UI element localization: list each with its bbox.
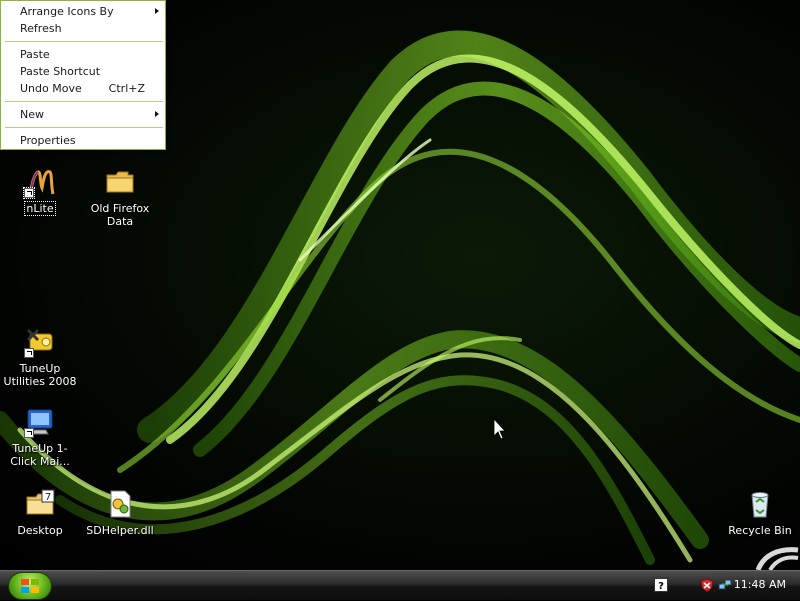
menu-item-paste-shortcut[interactable]: Paste Shortcut bbox=[2, 63, 164, 80]
menu-item-label: Arrange Icons By bbox=[20, 5, 114, 18]
desktop-icon-sdhelper-dll[interactable]: SDHelper.dll bbox=[82, 488, 158, 540]
desktop-icon-label: Desktop bbox=[17, 524, 63, 537]
desktop-icon-old-firefox-data[interactable]: Old Firefox Data bbox=[82, 166, 158, 228]
desktop-icon-label: nLite bbox=[24, 201, 56, 216]
menu-item-label: Paste bbox=[20, 48, 50, 61]
desktop-icon-label: TuneUp Utilities 2008 bbox=[3, 362, 77, 388]
menu-item-new[interactable]: New bbox=[2, 106, 164, 123]
svg-text:?: ? bbox=[658, 581, 664, 592]
wallpaper-logo bbox=[755, 547, 799, 570]
desktop-icon-label: TuneUp 1-Click Mai... bbox=[10, 442, 70, 468]
desktop-icon-tuneup-utilities[interactable]: TuneUp Utilities 2008 bbox=[2, 326, 78, 388]
menu-item-paste[interactable]: Paste bbox=[2, 46, 164, 63]
menu-item-shortcut: Ctrl+Z bbox=[108, 82, 145, 95]
svg-text:7: 7 bbox=[45, 492, 51, 503]
menu-item-label: Properties bbox=[20, 134, 76, 147]
menu-item-arrange-icons-by[interactable]: Arrange Icons By bbox=[2, 3, 164, 20]
menu-separator bbox=[5, 127, 163, 128]
taskbar: ? 11:48 AM bbox=[0, 570, 800, 600]
recycle-bin-icon bbox=[751, 492, 769, 518]
shortcut-arrow-icon bbox=[23, 187, 35, 199]
start-button[interactable] bbox=[8, 572, 52, 600]
menu-item-label: New bbox=[20, 108, 44, 121]
menu-item-undo-move[interactable]: Undo Move Ctrl+Z bbox=[2, 80, 164, 97]
menu-item-refresh[interactable]: Refresh bbox=[2, 20, 164, 37]
desktop-context-menu: Arrange Icons By Refresh Paste Paste Sho… bbox=[0, 0, 166, 150]
desktop-icon-tuneup-1click[interactable]: TuneUp 1-Click Mai... bbox=[2, 406, 78, 468]
security-shield-icon[interactable] bbox=[700, 578, 714, 592]
submenu-arrow-icon bbox=[155, 8, 159, 14]
folder-icon: 7 bbox=[26, 489, 55, 515]
menu-item-label: Refresh bbox=[20, 22, 62, 35]
desktop-icon-nlite[interactable]: nLite bbox=[2, 166, 78, 218]
desktop-icon-label: SDHelper.dll bbox=[86, 524, 154, 537]
shortcut-arrow-icon bbox=[24, 348, 34, 358]
menu-separator bbox=[5, 101, 163, 102]
dll-icon bbox=[110, 490, 131, 518]
desktop-icon-recycle-bin[interactable]: Recycle Bin bbox=[722, 488, 798, 540]
menu-item-label: Paste Shortcut bbox=[20, 65, 101, 78]
desktop-icon-desktop[interactable]: 7 Desktop bbox=[2, 488, 78, 540]
shortcut-arrow-icon bbox=[24, 428, 34, 438]
submenu-arrow-icon bbox=[155, 111, 159, 117]
menu-item-label: Undo Move bbox=[20, 82, 82, 95]
network-icon[interactable] bbox=[718, 578, 732, 592]
desktop[interactable]: Arrange Icons By Refresh Paste Paste Sho… bbox=[0, 0, 800, 570]
desktop-icon-label: Old Firefox Data bbox=[90, 202, 150, 228]
taskbar-clock[interactable]: 11:48 AM bbox=[734, 578, 786, 591]
windows-logo-icon bbox=[21, 579, 39, 593]
menu-separator bbox=[5, 41, 163, 42]
menu-item-properties[interactable]: Properties bbox=[2, 132, 164, 149]
system-tray: ? 11:48 AM bbox=[640, 571, 800, 601]
desktop-icon-label: Recycle Bin bbox=[728, 524, 792, 537]
help-icon[interactable]: ? bbox=[654, 578, 668, 592]
folder-icon bbox=[106, 171, 134, 193]
